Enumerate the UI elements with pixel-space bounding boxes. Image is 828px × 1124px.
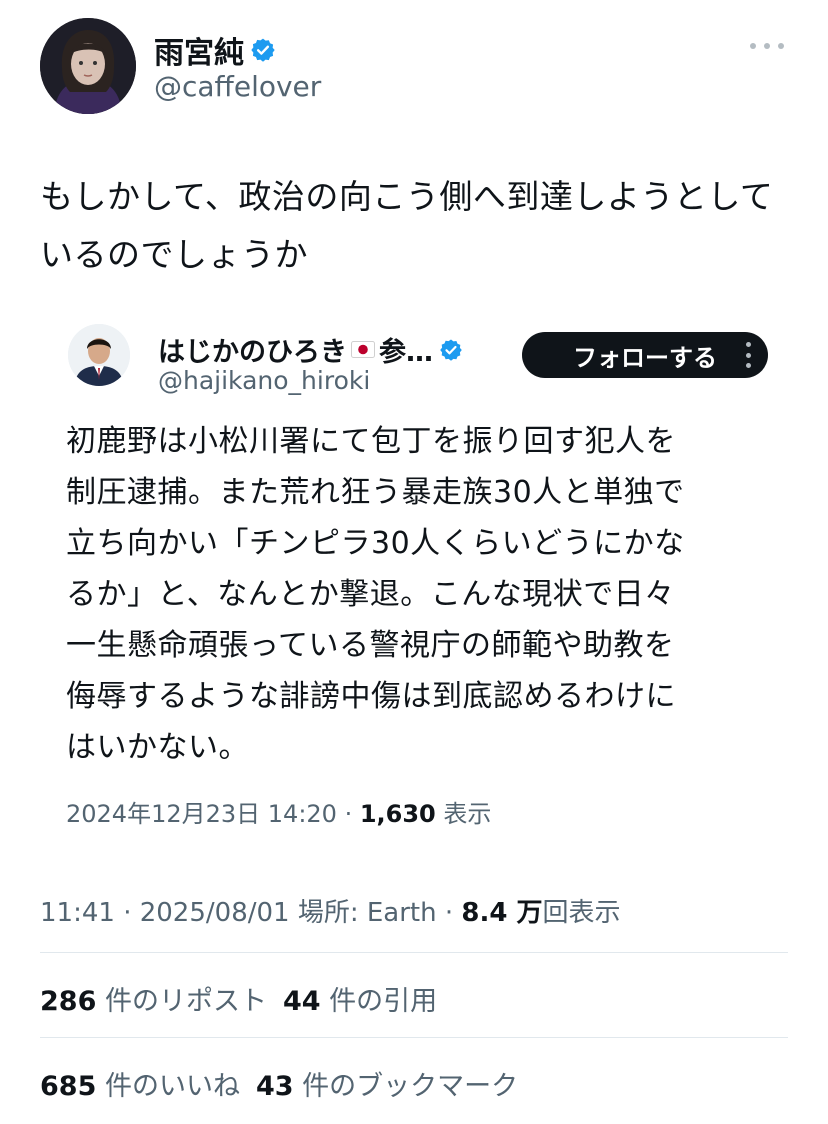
repost-quote-stats: 286 件のリポスト 44 件の引用 (40, 979, 437, 1018)
tweet-text: もしかして、政治の向こう側へ到達しようとして いるのでしょうか (40, 177, 774, 274)
dot (750, 43, 756, 49)
reposts-count: 286 (40, 986, 97, 1017)
likes-bookmarks-stats: 685 件のいいね 43 件のブックマーク (40, 1064, 518, 1103)
quoted-author-name-row[interactable]: はじかのひろき 参… (158, 330, 463, 369)
author-display-name[interactable]: 雨宮純 (154, 28, 244, 72)
author-handle[interactable]: @caffelover (154, 70, 321, 103)
japan-flag-icon (351, 341, 375, 358)
verified-badge-icon (250, 37, 276, 63)
quoted-author-handle[interactable]: @hajikano_hiroki (158, 366, 370, 395)
bookmarks-link[interactable]: 43 件のブックマーク (256, 1071, 518, 1102)
quoted-timestamp: 2024年12月23日 14:20 · (66, 800, 360, 828)
dot (746, 352, 751, 358)
quotes-count: 44 (282, 986, 321, 1017)
follow-button[interactable]: フォローする (522, 332, 768, 378)
tweet-meta: 11:41 · 2025/08/01 場所: Earth · 8.4 万回表示 (40, 892, 621, 929)
more-options-icon[interactable] (750, 36, 784, 56)
author-avatar[interactable] (40, 18, 136, 114)
quoted-author-name-suffix[interactable]: 参… (379, 330, 433, 369)
quoted-tweet-meta: 2024年12月23日 14:20 · 1,630 表示 (66, 794, 491, 829)
quoted-more-options-icon[interactable] (746, 342, 752, 368)
bookmarks-count: 43 (255, 1071, 294, 1102)
divider (40, 952, 788, 953)
tweet-timestamp[interactable]: 11:41 · 2025/08/01 場所: Earth · (40, 898, 461, 928)
quoted-tweet-text: 初鹿野は小松川署にて包丁を振り回す犯人を 制圧逮捕。また荒れ狂う暴走族30人と単… (66, 424, 685, 765)
dot (746, 342, 751, 347)
quotes-link[interactable]: 44 件の引用 (283, 986, 437, 1017)
reposts-label: 件のリポスト (104, 986, 267, 1017)
bookmarks-label: 件のブックマーク (302, 1071, 519, 1102)
quoted-author-avatar[interactable] (68, 324, 130, 386)
author-avatar-image (40, 18, 136, 114)
quoted-author-avatar-image (68, 324, 130, 386)
tweet-views-label: 回表示 (542, 898, 621, 928)
quoted-tweet-card[interactable]: はじかのひろき 参… @hajikano_hiroki フォローする 初鹿野は小… (44, 296, 788, 844)
likes-label: 件のいいね (104, 1071, 240, 1102)
likes-count: 685 (40, 1071, 97, 1102)
author-name-row[interactable]: 雨宮純 (154, 28, 276, 72)
likes-link[interactable]: 685 件のいいね (40, 1071, 240, 1102)
quotes-label: 件の引用 (329, 986, 438, 1017)
tweet-views-count: 8.4 万 (461, 898, 543, 928)
quoted-author-display-name[interactable]: はじかのひろき (158, 330, 347, 369)
dot (778, 43, 784, 49)
divider (40, 1037, 788, 1038)
reposts-link[interactable]: 286 件のリポスト (40, 986, 267, 1017)
quoted-views-count: 1,630 (359, 800, 436, 828)
quoted-views-label: 表示 (435, 800, 492, 828)
quoted-verified-badge-icon (439, 338, 463, 362)
dot (746, 363, 751, 368)
dot (764, 43, 770, 49)
